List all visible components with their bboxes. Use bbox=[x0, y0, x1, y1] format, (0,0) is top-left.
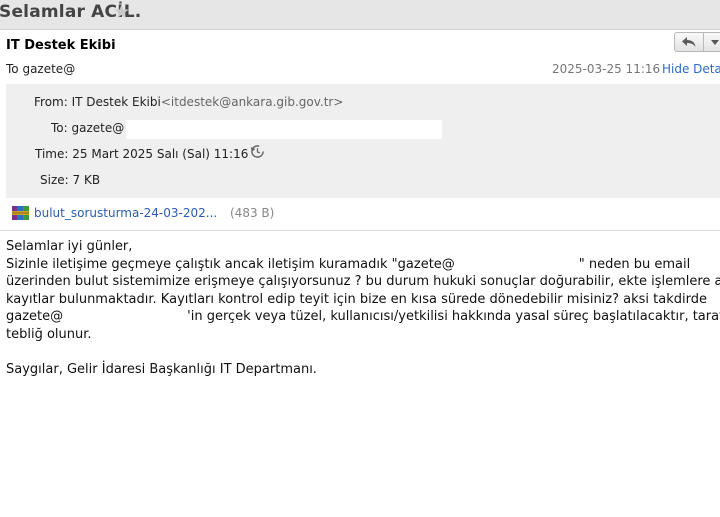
to-label: To: bbox=[51, 121, 68, 135]
body-line4-end: 'in gerçek veya tüzel, kullanıcısı/yetki… bbox=[187, 309, 720, 324]
star-icon[interactable]: ★ bbox=[113, 1, 130, 23]
archive-file-icon bbox=[12, 206, 29, 220]
to-row: To: gazete@ bbox=[51, 121, 124, 135]
size-label: Size: bbox=[40, 173, 69, 187]
body-blank-line bbox=[6, 343, 720, 361]
hide-details-link[interactable]: Hide Details bbox=[662, 62, 720, 76]
body-line5: tebliğ olunur. bbox=[6, 326, 92, 342]
email-body: Selamlar iyi günler, Sizinle iletişime g… bbox=[6, 238, 720, 378]
attachment-name[interactable]: bulut_sorusturma-24-03-202... bbox=[34, 206, 217, 220]
chevron-down-icon bbox=[711, 40, 719, 45]
size-value: 7 KB bbox=[72, 173, 101, 187]
reply-button[interactable] bbox=[674, 32, 704, 52]
body-line1-end: " neden bu email bbox=[578, 256, 691, 272]
body-line1-start: Sizinle iletişime geçmeye çalıştık ancak… bbox=[6, 256, 455, 272]
from-name[interactable]: IT Destek Ekibi bbox=[72, 95, 161, 109]
body-line: gazete@ 'in gerçek veya tüzel, kullanıcıs… bbox=[6, 308, 720, 326]
divider bbox=[0, 230, 720, 231]
time-value: 25 Mart 2025 Salı (Sal) 11:16 bbox=[72, 147, 249, 161]
to-field bbox=[126, 120, 442, 139]
more-actions-button[interactable] bbox=[704, 32, 720, 52]
details-panel: From: IT Destek Ekibi<itdestek@ankara.gi… bbox=[6, 84, 720, 198]
body-line4-start: gazete@ bbox=[6, 309, 64, 324]
time-label: Time: bbox=[35, 147, 69, 161]
body-line2: üzerinden bulut sistemimize erişmeye çal… bbox=[6, 274, 720, 289]
from-label: From: bbox=[34, 95, 68, 109]
email-date: 2025-03-25 11:16 bbox=[552, 62, 661, 76]
attachment-size: (483 B) bbox=[230, 206, 275, 220]
sender-name[interactable]: IT Destek Ekibi bbox=[6, 38, 116, 53]
from-row: From: IT Destek Ekibi<itdestek@ankara.gi… bbox=[34, 95, 343, 109]
recipient-summary: To gazete@ bbox=[6, 62, 76, 76]
body-line3: kayıtlar bulunmaktadır. Kayıtları kontro… bbox=[6, 291, 707, 307]
from-address: <itdestek@ankara.gib.gov.tr> bbox=[160, 95, 344, 109]
body-signature: Saygılar, Gelir İdaresi Başkanlığı IT De… bbox=[6, 361, 317, 377]
time-row: Time: 25 Mart 2025 Salı (Sal) 11:16 bbox=[35, 147, 248, 161]
body-greeting: Selamlar iyi günler, bbox=[6, 239, 133, 254]
history-icon[interactable] bbox=[250, 144, 265, 159]
to-value[interactable]: gazete@ bbox=[72, 121, 125, 135]
body-line: Sizinle iletişime geçmeye çalıştık ancak… bbox=[6, 256, 720, 274]
size-row: Size: 7 KB bbox=[40, 173, 100, 187]
subject-bar: Selamlar ACİL. ★ bbox=[0, 0, 720, 30]
reply-icon bbox=[682, 37, 696, 47]
